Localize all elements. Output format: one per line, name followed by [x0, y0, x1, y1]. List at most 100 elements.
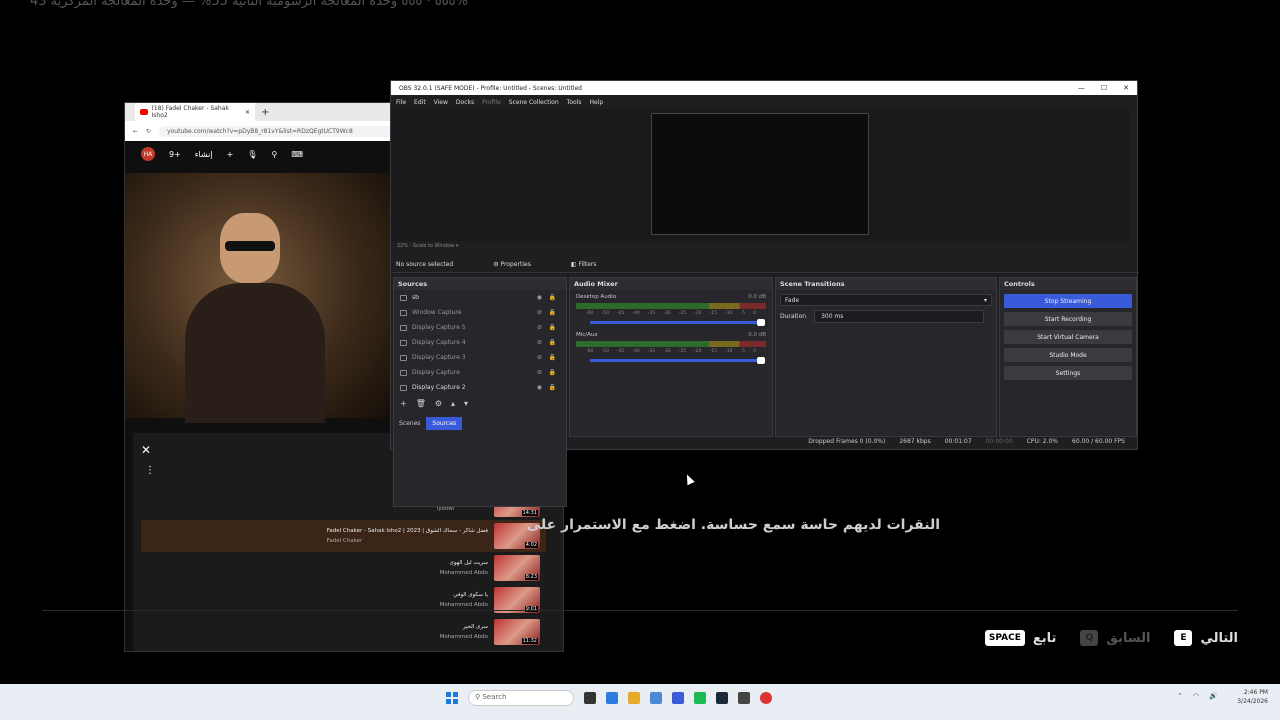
video-thumbnail[interactable]: 11:32: [494, 619, 540, 645]
tab-sources[interactable]: Sources: [426, 417, 463, 430]
eye-icon[interactable]: ◉: [537, 384, 542, 391]
maximize-icon[interactable]: ☐: [1101, 84, 1107, 92]
add-icon[interactable]: +: [400, 399, 407, 408]
eye-hidden-icon[interactable]: ⊘: [537, 369, 542, 376]
menu-item-file[interactable]: File: [396, 99, 406, 106]
app-icon[interactable]: [672, 692, 684, 704]
close-icon[interactable]: ✕: [1123, 84, 1129, 92]
youtube-icon: [140, 109, 148, 115]
playlist-item[interactable]: Fadel Chaker - Sahak Isho2 | 2023 | فضل …: [141, 520, 546, 552]
source-type-icon: [400, 354, 407, 361]
lock-icon[interactable]: 🔒: [549, 369, 556, 376]
menu-item-edit[interactable]: Edit: [414, 99, 426, 106]
menu-item-view[interactable]: View: [434, 99, 448, 106]
tick-label: -30: [663, 311, 671, 316]
notifications-badge[interactable]: 9+: [169, 150, 181, 159]
playlist-item[interactable]: سرى الخير Mohammed Abdo 11:32: [141, 616, 546, 648]
video-thumbnail[interactable]: 8:23: [494, 555, 540, 581]
browser-tab[interactable]: (18) Fadel Chaker - Sahak Isho2 ✕: [135, 103, 255, 121]
eye-hidden-icon[interactable]: ⊘: [537, 339, 542, 346]
playlist-item[interactable]: يا سكوى الوفي Mohammed Abdo 9:01: [141, 584, 546, 616]
plus-icon[interactable]: +: [227, 150, 234, 159]
gear-icon[interactable]: ⚙: [435, 399, 442, 408]
mouse-cursor: [683, 472, 695, 486]
down-icon[interactable]: ▾: [464, 399, 468, 408]
eye-hidden-icon[interactable]: ⊘: [537, 324, 542, 331]
taskbar-search[interactable]: ⚲ Search: [468, 690, 574, 706]
transitions-title: Scene Transitions: [776, 278, 996, 290]
eye-hidden-icon[interactable]: ⊘: [537, 309, 542, 316]
chrome-icon[interactable]: [760, 692, 772, 704]
duration-badge: 9:01: [524, 606, 538, 612]
volume-slider[interactable]: [590, 357, 765, 364]
source-row[interactable]: Window Capture ⊘ 🔒: [394, 305, 566, 320]
properties-button[interactable]: ⚙ Properties: [493, 261, 531, 268]
tick-label: -60: [586, 311, 594, 316]
close-icon[interactable]: ✕: [245, 109, 250, 116]
tick-label: -50: [601, 349, 609, 354]
new-tab-button[interactable]: +: [261, 107, 269, 118]
duration-field[interactable]: 300 ms: [814, 310, 985, 323]
sources-panel: Sources sb ◉ 🔒 Window Capture ⊘ 🔒 Display Capt…: [393, 277, 567, 507]
source-row[interactable]: Display Capture ⊘ 🔒: [394, 365, 566, 380]
avatar[interactable]: HA: [141, 147, 155, 161]
source-row[interactable]: Display Capture 3 ⊘ 🔒: [394, 350, 566, 365]
volume-icon[interactable]: 🔊: [1209, 692, 1218, 700]
source-type-icon: [400, 309, 407, 316]
sources-list: sb ◉ 🔒 Window Capture ⊘ 🔒 Display Capture 5 ⊘ 🔒 D…: [394, 290, 566, 395]
tab-scenes[interactable]: Scenes: [393, 417, 426, 430]
zoom-bar[interactable]: 22% · Scale to Window ▾: [397, 243, 458, 249]
lock-icon[interactable]: 🔒: [549, 294, 556, 301]
settings-button[interactable]: Settings: [1004, 366, 1132, 380]
menu-item-tools[interactable]: Tools: [567, 99, 582, 106]
mic-icon[interactable]: 🎙: [247, 150, 257, 159]
trash-icon[interactable]: 🗑: [416, 399, 426, 408]
source-row[interactable]: sb ◉ 🔒: [394, 290, 566, 305]
lock-icon[interactable]: 🔒: [549, 384, 556, 391]
windows-start-icon[interactable]: [446, 692, 458, 704]
source-row[interactable]: Display Capture 4 ⊘ 🔒: [394, 335, 566, 350]
eye-icon[interactable]: ◉: [537, 294, 542, 301]
transition-select[interactable]: Fade ▾: [780, 294, 992, 306]
taskbar-clock[interactable]: 2:46 PM 3/24/2026: [1237, 688, 1268, 706]
steam-icon[interactable]: [716, 692, 728, 704]
stop-streaming-button[interactable]: Stop Streaming: [1004, 294, 1132, 308]
search-icon[interactable]: ⚲: [271, 150, 277, 159]
eye-hidden-icon[interactable]: ⊘: [537, 354, 542, 361]
close-icon[interactable]: ✕: [141, 443, 151, 457]
playlist-item[interactable]: سريت ليل الهوى Mohammed Abdo 8:23: [141, 552, 546, 584]
channel-name: Mic/Aux: [576, 332, 598, 338]
lock-icon[interactable]: 🔒: [549, 339, 556, 346]
reload-icon[interactable]: ↻: [146, 128, 151, 135]
store-icon[interactable]: [650, 692, 662, 704]
lock-icon[interactable]: 🔒: [549, 354, 556, 361]
menu-item-docks[interactable]: Docks: [456, 99, 474, 106]
create-button[interactable]: إنشاء: [195, 150, 213, 159]
source-row[interactable]: Display Capture 2 ◉ 🔒: [394, 380, 566, 395]
filters-button[interactable]: ◧ Filters: [571, 261, 597, 268]
minimize-icon[interactable]: —: [1078, 84, 1085, 92]
task-view-icon[interactable]: [584, 692, 596, 704]
chevron-up-icon[interactable]: ⌃: [1177, 692, 1183, 700]
video-player[interactable]: [125, 173, 390, 423]
keyboard-icon[interactable]: ⌨: [291, 150, 303, 159]
menu-item-help[interactable]: Help: [589, 99, 603, 106]
edge-icon[interactable]: [606, 692, 618, 704]
menu-item-scene-collection[interactable]: Scene Collection: [509, 99, 559, 106]
network-icon[interactable]: ◠: [1193, 692, 1199, 700]
obs-preview[interactable]: [391, 109, 1129, 241]
file-explorer-icon[interactable]: [628, 692, 640, 704]
spotify-icon[interactable]: [694, 692, 706, 704]
more-icon[interactable]: ⋮: [145, 465, 155, 476]
lock-icon[interactable]: 🔒: [549, 309, 556, 316]
start-recording-button[interactable]: Start Recording: [1004, 312, 1132, 326]
start-virtual-camera-button[interactable]: Start Virtual Camera: [1004, 330, 1132, 344]
source-row[interactable]: Display Capture 5 ⊘ 🔒: [394, 320, 566, 335]
menu-item-profile[interactable]: Profile: [482, 99, 501, 106]
back-icon[interactable]: ←: [133, 128, 138, 135]
up-icon[interactable]: ▴: [451, 399, 455, 408]
volume-slider[interactable]: [590, 319, 765, 326]
lock-icon[interactable]: 🔒: [549, 324, 556, 331]
studio-mode-button[interactable]: Studio Mode: [1004, 348, 1132, 362]
obs-icon[interactable]: [738, 692, 750, 704]
